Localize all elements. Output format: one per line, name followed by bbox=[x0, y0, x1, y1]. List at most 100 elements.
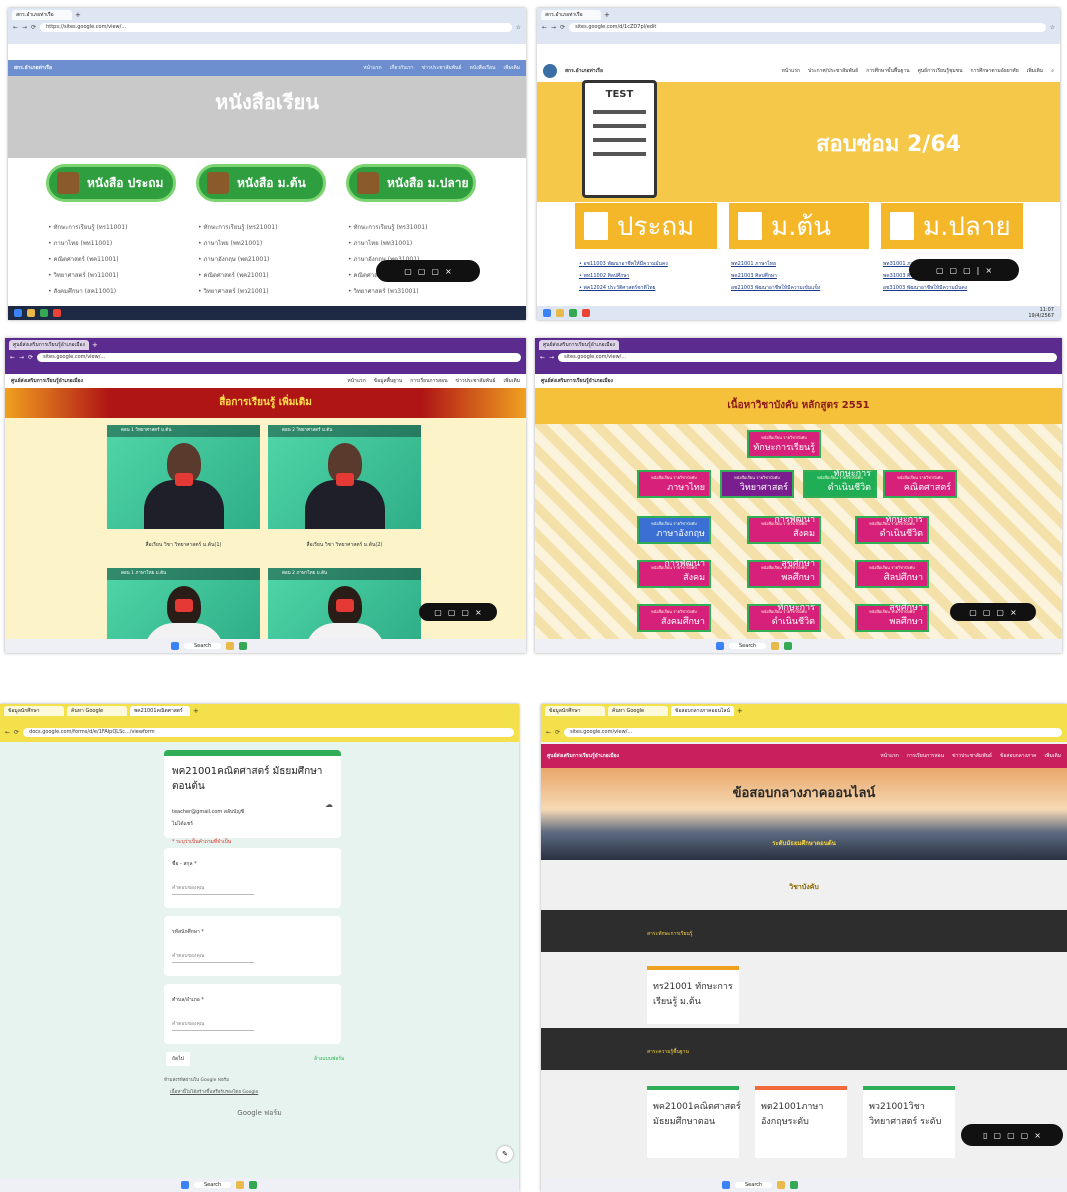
exam-link[interactable]: • พค12024 ประวัติศาสตร์ชาติไทย bbox=[579, 282, 668, 294]
chrome-icon[interactable] bbox=[40, 309, 48, 317]
star-icon[interactable]: ☆ bbox=[516, 24, 521, 31]
next-button[interactable]: ถัดไป bbox=[166, 1052, 190, 1066]
nav-item[interactable]: การเรียนการสอน bbox=[410, 377, 447, 385]
video-player[interactable]: ตอน 1 ภาษาไทย ม.ต้น bbox=[107, 568, 260, 640]
nav-item[interactable]: ข่าวประชาสัมพันธ์ bbox=[456, 377, 496, 385]
new-tab-icon[interactable]: + bbox=[75, 11, 81, 19]
back-icon[interactable]: ← bbox=[13, 24, 18, 31]
list-item[interactable]: • ภาษาไทย (พท31001) bbox=[348, 236, 427, 252]
list-item[interactable]: • คณิตศาสตร์ (พค21001) bbox=[198, 268, 277, 284]
subject-tile[interactable]: หนังสือเรียน รายวิชาบังคับ ทักษะการดำเนิน… bbox=[855, 515, 929, 544]
taskbar-search[interactable]: Search bbox=[729, 643, 767, 649]
taskbar-search[interactable]: Search bbox=[735, 1182, 773, 1188]
chrome-icon[interactable] bbox=[249, 1181, 258, 1189]
recording-toolbar[interactable]: ▢ ▢ ▢ | × bbox=[909, 259, 1019, 281]
nav-item[interactable]: เพิ่มเติม bbox=[1044, 752, 1061, 760]
address-bar[interactable]: sites.google.com/view/... bbox=[37, 353, 521, 362]
search-icon[interactable]: ⌕ bbox=[1051, 68, 1054, 74]
subject-tile[interactable]: หนังสือเรียน รายวิชาบังคับ สุขศึกษา พลศึก… bbox=[855, 603, 929, 632]
forward-icon[interactable]: → bbox=[551, 24, 556, 31]
browser-tab[interactable]: ค้นหา Google bbox=[608, 705, 668, 716]
site-brand[interactable]: ศูนย์ส่งเสริมการเรียนรู้อำเภอเมือง bbox=[541, 377, 613, 385]
level-lower-secondary[interactable]: ม.ต้น bbox=[729, 203, 869, 249]
exam-link[interactable]: อช31003 พัฒนาอาชีพให้มีความมั่นคง bbox=[883, 282, 967, 294]
subject-tile[interactable]: หนังสือเรียน รายวิชาบังคับ การพัฒนาสังคม bbox=[747, 515, 821, 544]
browser-tab[interactable]: ค้นหา Google bbox=[67, 705, 127, 716]
nav-item[interactable]: เกี่ยวกับเรา bbox=[390, 64, 414, 72]
address-bar[interactable]: sites.google.com/view/... bbox=[564, 728, 1062, 737]
browser-tab-active[interactable]: พค21001คณิตศาสตร์ bbox=[130, 705, 190, 716]
subject-tile[interactable]: หนังสือเรียน รายวิชาบังคับ การพัฒนาสังคม bbox=[637, 559, 711, 588]
list-item[interactable]: • ภาษาอังกฤษ (พต21001) bbox=[198, 252, 277, 268]
recording-toolbar[interactable]: ▢ ▢ ▢ × bbox=[419, 603, 497, 621]
nav-item[interactable]: การศึกษาขั้นพื้นฐาน bbox=[866, 67, 909, 75]
star-icon[interactable]: ☆ bbox=[1050, 24, 1055, 31]
folder-icon[interactable] bbox=[226, 642, 235, 650]
app-icon[interactable] bbox=[582, 309, 590, 317]
answer-input[interactable]: คำตอบของคุณ bbox=[172, 884, 254, 895]
subject-tile[interactable]: หนังสือเรียน รายวิชาบังคับ ทักษะการเรียนร… bbox=[747, 430, 821, 458]
lower-secondary-book-button[interactable]: หนังสือ ม.ต้น bbox=[196, 164, 326, 202]
exam-card[interactable]: ทร21001 ทักษะการเรียนรู้ ม.ต้น bbox=[647, 966, 739, 1024]
list-item[interactable]: • ภาษาไทย (พท11001) bbox=[48, 236, 127, 252]
nav-item[interactable]: ข่าวประชาสัมพันธ์ bbox=[952, 752, 992, 760]
windows-icon[interactable] bbox=[722, 1181, 730, 1189]
exam-link[interactable]: พท21001 ภาษาไทย bbox=[731, 258, 820, 270]
nav-item[interactable]: ข่าวประชาสัมพันธ์ bbox=[422, 64, 462, 72]
chrome-icon[interactable] bbox=[784, 642, 793, 650]
site-logo-icon[interactable] bbox=[543, 64, 557, 78]
answer-input[interactable]: คำตอบของคุณ bbox=[172, 1020, 254, 1031]
edit-icon[interactable]: ✎ bbox=[497, 1146, 513, 1162]
browser-tab[interactable]: ข้อมูลนักศึกษา bbox=[4, 705, 64, 716]
video-player[interactable]: ตอน 2 ภาษาไทย ม.ต้น bbox=[268, 568, 421, 640]
recording-toolbar[interactable]: ▢ ▢ ▢ × bbox=[376, 260, 480, 282]
clear-form-button[interactable]: ล้างแบบฟอร์ม bbox=[314, 1055, 344, 1063]
reload-icon[interactable]: ⟳ bbox=[555, 729, 560, 736]
video-player[interactable]: ตอน 2 วิทยาศาสตร์ ม.ต้น bbox=[268, 425, 421, 529]
windows-icon[interactable] bbox=[543, 309, 551, 317]
subject-tile[interactable]: หนังสือเรียน รายวิชาบังคับ สุขศึกษา พลศึก… bbox=[747, 559, 821, 588]
video-player[interactable]: ตอน 1 วิทยาศาสตร์ ม.ต้น bbox=[107, 425, 260, 529]
reload-icon[interactable]: ⟳ bbox=[14, 729, 19, 736]
nav-item[interactable]: การเรียนการสอน bbox=[907, 752, 944, 760]
forward-icon[interactable]: → bbox=[549, 354, 554, 361]
list-item[interactable]: • ทักษะการเรียนรู้ (ทร11001) bbox=[48, 220, 127, 236]
back-icon[interactable]: ← bbox=[5, 729, 10, 736]
nav-item[interactable]: หนังสือเรียน bbox=[469, 64, 495, 72]
list-item[interactable]: • ทักษะการเรียนรู้ (ทร21001) bbox=[198, 220, 277, 236]
exam-link[interactable]: อช21003 พัฒนาอาชีพให้มีความเข้มแข็ง bbox=[731, 282, 820, 294]
forward-icon[interactable]: → bbox=[19, 354, 24, 361]
back-icon[interactable]: ← bbox=[546, 729, 551, 736]
browser-tab[interactable]: สกร.อำเภอท่าเรือ bbox=[541, 9, 601, 20]
nav-item[interactable]: หน้าแรก bbox=[347, 377, 365, 385]
back-icon[interactable]: ← bbox=[540, 354, 545, 361]
level-upper-secondary[interactable]: ม.ปลาย bbox=[881, 203, 1023, 249]
nav-item[interactable]: เพิ่มเติม bbox=[503, 377, 520, 385]
folder-icon[interactable] bbox=[556, 309, 564, 317]
new-tab-icon[interactable]: + bbox=[92, 341, 98, 349]
recording-toolbar[interactable]: ▯ ▢ ▢ ▢ × bbox=[961, 1124, 1063, 1146]
list-item[interactable]: • วิทยาศาสตร์ (พว31001) bbox=[348, 284, 427, 300]
recording-toolbar[interactable]: ▢ ▢ ▢ × bbox=[950, 603, 1036, 621]
subject-tile[interactable]: หนังสือเรียน รายวิชาบังคับ ภาษาไทย bbox=[637, 470, 711, 498]
nav-item[interactable]: เพิ่มเติม bbox=[503, 64, 520, 72]
folder-icon[interactable] bbox=[771, 642, 780, 650]
folder-icon[interactable] bbox=[777, 1181, 786, 1189]
reload-icon[interactable]: ⟳ bbox=[28, 354, 33, 361]
list-item[interactable]: • วิทยาศาสตร์ (พว21001) bbox=[198, 284, 277, 300]
chrome-icon[interactable] bbox=[239, 642, 248, 650]
nav-item[interactable]: หน้าแรก bbox=[782, 67, 800, 75]
nav-item[interactable]: ข้อมูลพื้นฐาน bbox=[374, 377, 402, 385]
list-item[interactable]: • ทักษะการเรียนรู้ (ทร31001) bbox=[348, 220, 427, 236]
reload-icon[interactable]: ⟳ bbox=[31, 24, 36, 31]
back-icon[interactable]: ← bbox=[10, 354, 15, 361]
account-line[interactable]: teacher@gmail.com สลับบัญชี bbox=[172, 808, 333, 816]
site-brand[interactable]: สกร.อำเภอท่าเรือ bbox=[565, 67, 603, 75]
nav-item[interactable]: หน้าแรก bbox=[363, 64, 381, 72]
new-tab-icon[interactable]: + bbox=[193, 707, 199, 715]
nav-item[interactable]: ประกาศ/ประชาสัมพันธ์ bbox=[808, 67, 858, 75]
browser-tab[interactable]: สกร.อำเภอท่าเรือ bbox=[12, 9, 72, 20]
site-brand[interactable]: สกร.อำเภอท่าเรือ bbox=[14, 64, 52, 72]
new-tab-icon[interactable]: + bbox=[604, 11, 610, 19]
list-item[interactable]: • วิทยาศาสตร์ (พว11001) bbox=[48, 268, 127, 284]
